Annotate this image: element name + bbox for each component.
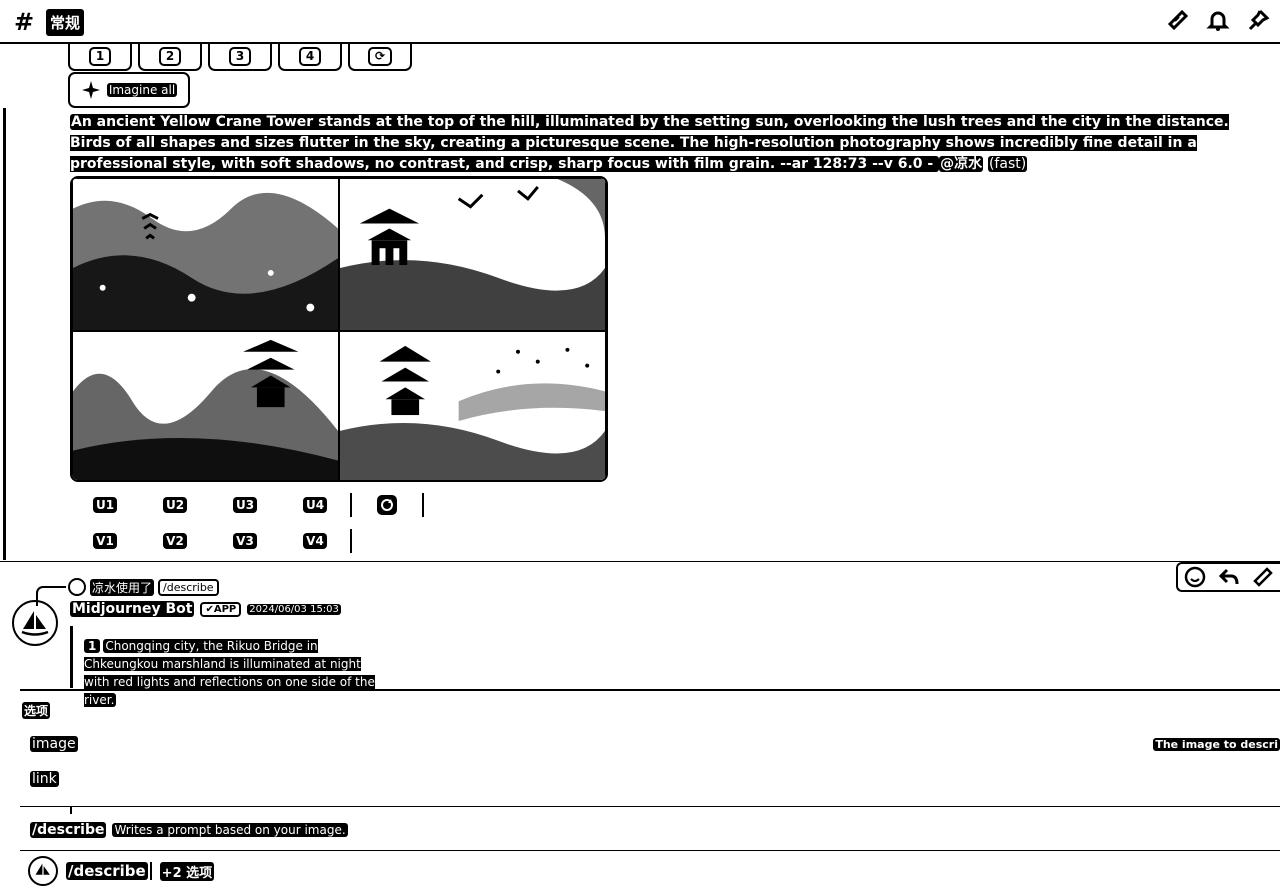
threads-icon[interactable] [1164,6,1192,34]
bell-icon[interactable] [1204,6,1232,34]
message-toolbar [1176,562,1280,592]
button-2[interactable]: 2 [138,44,202,71]
header-toolbar [1164,6,1272,34]
upscale-3-button[interactable]: U3 [210,492,280,518]
command-name: /describe [30,822,107,838]
imagine-all-button[interactable]: Imagine all [68,72,190,108]
composer-divider [20,850,1280,851]
message-divider [0,561,1280,562]
user-mention[interactable]: @凉水 [939,156,984,172]
prompt-text: An ancient Yellow Crane Tower stands at … [70,112,1270,175]
message-author: Midjourney Bot ✔APP 2024/06/03 15:03 [70,601,341,617]
refresh-button[interactable] [352,492,422,518]
refresh-icon [377,495,397,515]
upscale-row: U1 U2 U3 U4 [70,492,424,518]
add-reaction-icon[interactable] [1181,563,1209,591]
channel-name: 常规 [46,9,85,36]
user-avatar [68,578,86,596]
option-image[interactable]: image [30,736,78,752]
composer-divider [20,806,1280,807]
bot-avatar[interactable] [12,600,58,646]
button-4[interactable]: 4 [278,44,342,71]
variation-row: V1 V2 V3 V4 [70,528,352,554]
result-text: Chongqing city, the Rikuo Bridge in Chke… [84,639,375,707]
embed-accent-bar [70,626,73,688]
grid-image-4[interactable] [339,331,606,480]
button-3[interactable]: 3 [208,44,272,71]
sparkle-icon [81,81,100,99]
bot-avatar-small [28,856,58,886]
reply-user: 凉水使用了 [90,578,155,596]
more-options[interactable]: +2 选项 [159,861,215,881]
create-thread-icon[interactable] [1249,563,1277,591]
grid-image-2[interactable] [339,178,606,332]
variation-3-button[interactable]: V3 [210,528,280,554]
upscale-2-button[interactable]: U2 [140,492,210,518]
option-hint: The image to descri [1153,738,1280,751]
pin-icon[interactable] [1244,6,1272,34]
imagine-all-label: Imagine all [106,83,178,97]
button-separator [350,529,352,553]
variation-1-button[interactable]: V1 [70,528,140,554]
grid-image-3[interactable] [72,331,339,480]
result-number: 1 [84,639,101,653]
options-label: 选项 [22,702,51,719]
sailboat-icon [35,863,50,875]
upscale-1-button[interactable]: U1 [70,492,140,518]
reroll-button[interactable]: ⟳ [348,44,412,71]
input-command[interactable]: /describe [66,862,148,880]
prompt-body: An ancient Yellow Crane Tower stands at … [70,114,1229,172]
button-separator [422,493,424,517]
sailboat-icon [21,611,49,636]
message-highlight-bar [3,108,6,560]
button-1[interactable]: 1 [68,44,132,71]
image-grid[interactable] [70,176,608,482]
speed-mode: (fast) [987,156,1028,172]
reply-command[interactable]: /describe [158,578,219,596]
variation-2-button[interactable]: V2 [140,528,210,554]
grid-image-1[interactable] [72,178,339,332]
bot-name[interactable]: Midjourney Bot [70,601,195,617]
timestamp: 2024/06/03 15:03 [247,603,341,615]
option-link[interactable]: link [30,771,59,787]
channel-header: # 常规 [0,0,1280,44]
upscale-4-button[interactable]: U4 [280,492,350,518]
reply-reference[interactable]: 凉水使用了 /describe [68,578,219,596]
message-input[interactable]: /describe +2 选项 [28,856,215,886]
option-pointer [70,806,72,814]
reply-icon[interactable] [1215,563,1243,591]
text-caret [149,862,152,880]
command-suggestion[interactable]: /describe Writes a prompt based on your … [30,822,348,838]
hash-icon: # [14,8,35,36]
command-description: Writes a prompt based on your image. [112,823,348,837]
composer-border [20,689,1280,691]
describe-result-embed: 1 Chongqing city, the Rikuo Bridge in Chk… [84,637,384,709]
app-badge: ✔APP [200,601,242,617]
variation-4-button[interactable]: V4 [280,528,350,554]
previous-buttons-row: 1 2 3 4 ⟳ [68,44,412,71]
